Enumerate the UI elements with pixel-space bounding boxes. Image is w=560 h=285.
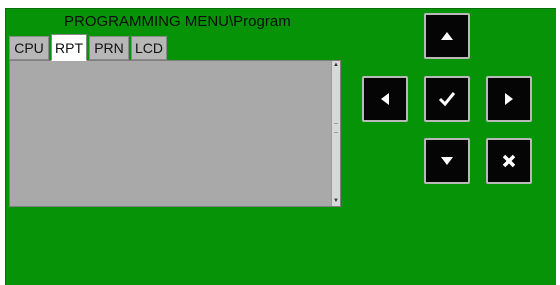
scroll-up-icon[interactable]: ▲ (332, 61, 340, 70)
scroll-down-icon[interactable]: ▼ (332, 197, 340, 206)
scroll-grip[interactable] (334, 123, 338, 133)
close-x-icon (502, 154, 516, 168)
arrow-down-icon (441, 157, 453, 165)
right-button[interactable] (486, 76, 532, 122)
tab-lcd[interactable]: LCD (131, 36, 167, 60)
arrow-right-icon (505, 93, 513, 105)
tab-cpu[interactable]: CPU (9, 36, 49, 60)
arrow-left-icon (381, 93, 389, 105)
down-button[interactable] (424, 138, 470, 184)
tab-rpt[interactable]: RPT (51, 34, 87, 61)
cancel-button[interactable] (486, 138, 532, 184)
arrow-up-icon (441, 32, 453, 40)
up-button[interactable] (424, 13, 470, 59)
left-button[interactable] (362, 76, 408, 122)
list-box[interactable]: ▲ ▼ (9, 60, 341, 207)
ok-button[interactable] (424, 76, 470, 122)
programming-panel: PROGRAMMING MENU\Program CPU RPT PRN LCD… (5, 8, 556, 285)
menu-title: PROGRAMMING MENU\Program (64, 13, 291, 30)
checkmark-icon (438, 92, 456, 107)
tab-prn[interactable]: PRN (89, 36, 129, 60)
list-scrollbar[interactable]: ▲ ▼ (331, 61, 340, 206)
